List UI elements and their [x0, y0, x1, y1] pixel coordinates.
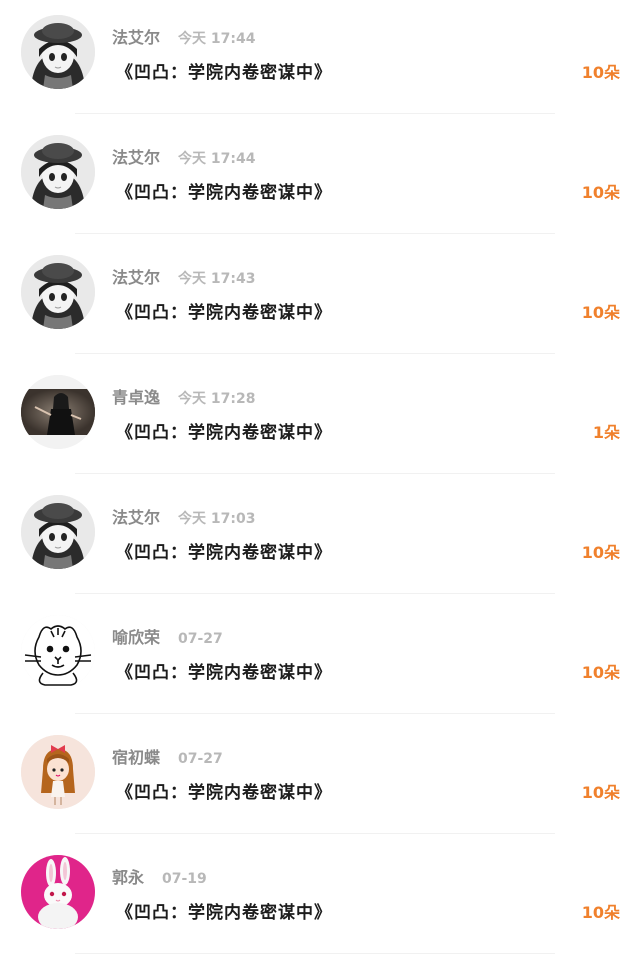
gift-title: 《凹凸：学院内卷密谋中》	[116, 543, 332, 563]
timestamp: 今天 17:43	[178, 271, 256, 287]
divider	[75, 353, 555, 354]
item-meta: 青卓逸 今天 17:28	[112, 387, 255, 409]
divider	[75, 473, 555, 474]
gift-title: 《凹凸：学院内卷密谋中》	[116, 63, 332, 83]
list-item[interactable]: 喻欣荣 07-27 《凹凸：学院内卷密谋中》 10朵	[0, 600, 640, 720]
gift-title: 《凹凸：学院内卷密谋中》	[116, 903, 332, 923]
gift-title: 《凹凸：学院内卷密谋中》	[116, 663, 332, 683]
user-name[interactable]: 法艾尔	[112, 508, 160, 527]
gift-title: 《凹凸：学院内卷密谋中》	[116, 303, 332, 323]
flower-count: 10朵	[581, 783, 620, 802]
user-name[interactable]: 喻欣荣	[112, 628, 160, 647]
user-name[interactable]: 宿初蝶	[112, 748, 160, 767]
flower-count: 10朵	[581, 183, 620, 202]
gift-title: 《凹凸：学院内卷密谋中》	[116, 183, 332, 203]
divider	[75, 833, 555, 834]
user-name[interactable]: 郭永	[112, 868, 144, 887]
divider	[75, 713, 555, 714]
divider	[75, 593, 555, 594]
timestamp: 今天 17:03	[178, 511, 256, 527]
item-meta: 法艾尔 今天 17:44	[112, 147, 255, 169]
list-item[interactable]: 青卓逸 今天 17:28 《凹凸：学院内卷密谋中》 1朵	[0, 360, 640, 480]
avatar[interactable]	[21, 735, 95, 809]
user-name[interactable]: 法艾尔	[112, 268, 160, 287]
item-meta: 法艾尔 今天 17:03	[112, 507, 255, 529]
item-meta: 宿初蝶 07-27	[112, 747, 223, 769]
gift-title: 《凹凸：学院内卷密谋中》	[116, 783, 332, 803]
list-item[interactable]: 宿初蝶 07-27 《凹凸：学院内卷密谋中》 10朵	[0, 720, 640, 840]
list-item[interactable]: 法艾尔 今天 17:03 《凹凸：学院内卷密谋中》 10朵	[0, 480, 640, 600]
list-item[interactable]: 法艾尔 今天 17:44 《凹凸：学院内卷密谋中》 10朵	[0, 120, 640, 240]
avatar[interactable]	[21, 15, 95, 89]
flower-count: 10朵	[581, 903, 620, 922]
list-item[interactable]: 法艾尔 今天 17:44 《凹凸：学院内卷密谋中》 10朵	[0, 0, 640, 120]
user-name[interactable]: 法艾尔	[112, 28, 160, 47]
timestamp: 今天 17:44	[178, 151, 256, 167]
flower-count: 1朵	[592, 423, 620, 442]
flower-count: 10朵	[581, 303, 620, 322]
avatar[interactable]	[21, 615, 95, 689]
flower-count: 10朵	[581, 663, 620, 682]
timestamp: 07-19	[162, 871, 207, 887]
avatar[interactable]	[21, 375, 95, 449]
divider	[75, 953, 555, 954]
list-item[interactable]: 郭永 07-19 《凹凸：学院内卷密谋中》 10朵	[0, 840, 640, 955]
divider	[75, 113, 555, 114]
flower-count: 10朵	[581, 63, 620, 82]
item-meta: 郭永 07-19	[112, 867, 207, 889]
avatar[interactable]	[21, 135, 95, 209]
user-name[interactable]: 青卓逸	[112, 388, 160, 407]
list-item[interactable]: 法艾尔 今天 17:43 《凹凸：学院内卷密谋中》 10朵	[0, 240, 640, 360]
timestamp: 07-27	[178, 631, 223, 647]
item-meta: 法艾尔 今天 17:43	[112, 267, 255, 289]
item-meta: 法艾尔 今天 17:44	[112, 27, 255, 49]
flower-count: 10朵	[581, 543, 620, 562]
avatar[interactable]	[21, 255, 95, 329]
divider	[75, 233, 555, 234]
gift-title: 《凹凸：学院内卷密谋中》	[116, 423, 332, 443]
avatar[interactable]	[21, 495, 95, 569]
item-meta: 喻欣荣 07-27	[112, 627, 223, 649]
gift-record-list: 法艾尔 今天 17:44 《凹凸：学院内卷密谋中》 10朵 法艾尔 今天 17:44…	[0, 0, 640, 955]
avatar[interactable]	[21, 855, 95, 929]
timestamp: 今天 17:44	[178, 31, 256, 47]
timestamp: 今天 17:28	[178, 391, 256, 407]
user-name[interactable]: 法艾尔	[112, 148, 160, 167]
timestamp: 07-27	[178, 751, 223, 767]
